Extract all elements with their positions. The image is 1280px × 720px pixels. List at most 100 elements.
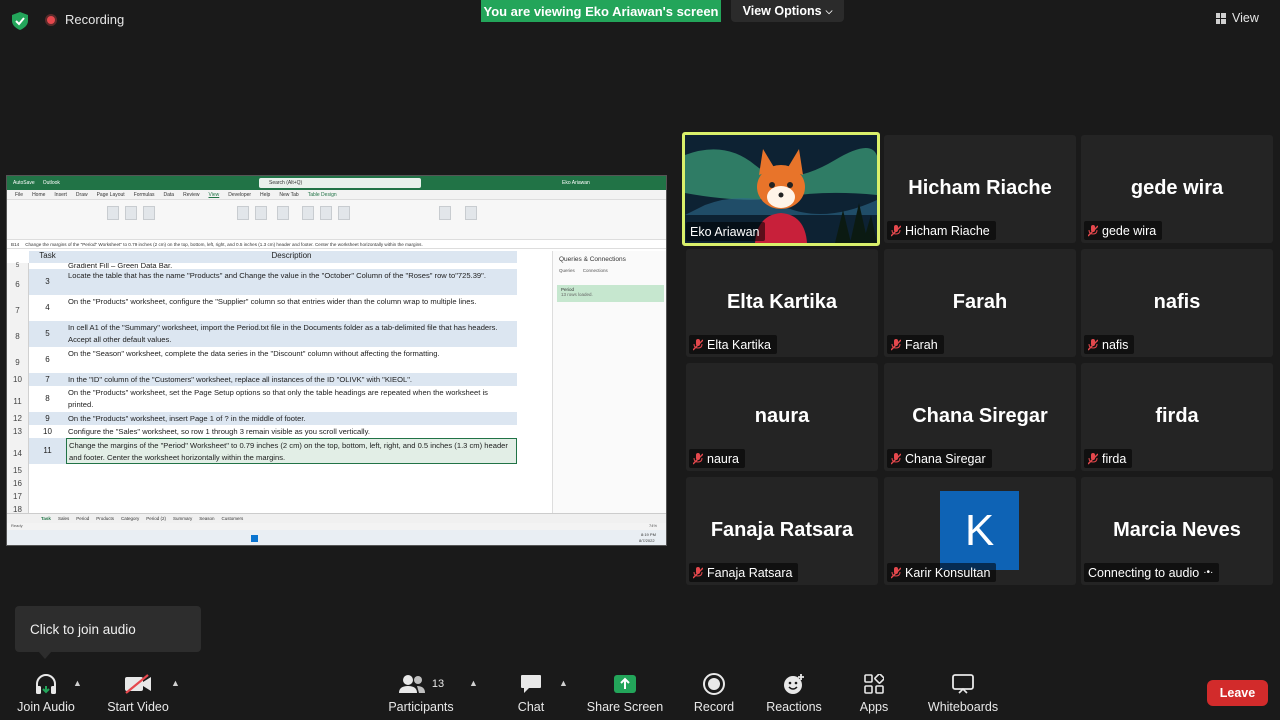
row-header[interactable]: 12 <box>7 412 29 425</box>
participant-tile-active-speaker[interactable]: Eko Ariawan <box>682 132 880 246</box>
table-cell-task[interactable] <box>29 477 66 490</box>
participant-name-label: nafis <box>1084 335 1135 354</box>
join-audio-button[interactable]: Join Audio <box>15 672 77 718</box>
table-cell-description[interactable]: In the "ID" column of the "Customers" wo… <box>66 373 517 386</box>
headphones-icon <box>36 674 56 694</box>
mic-muted-icon <box>891 452 901 464</box>
table-cell-description[interactable] <box>66 464 517 477</box>
share-screen-button[interactable]: Share Screen <box>587 672 663 718</box>
row-header[interactable]: 8 <box>7 321 29 347</box>
participant-tile[interactable]: Farah Farah <box>884 249 1076 357</box>
sheet-tab-season[interactable]: Season <box>199 516 214 521</box>
participants-button[interactable]: 13 Participants <box>387 672 455 718</box>
participant-tile[interactable]: Fanaja Ratsara Fanaja Ratsara <box>686 477 878 585</box>
view-button[interactable]: View <box>1216 8 1272 28</box>
table-cell-description[interactable]: On the "Products" worksheet, set the Pag… <box>66 386 517 412</box>
table-cell-description[interactable]: On the "Products" worksheet, insert Page… <box>66 412 517 425</box>
row-header[interactable]: 11 <box>7 386 29 412</box>
table-cell-description[interactable]: In cell A1 of the "Summary" worksheet, i… <box>66 321 517 347</box>
table-cell-task[interactable]: 8 <box>29 386 66 412</box>
participant-tile[interactable]: K Karir Konsultan <box>884 477 1076 585</box>
security-shield-icon[interactable] <box>12 12 28 30</box>
sheet-tab-sales[interactable]: Sales <box>58 516 69 521</box>
sheet-tab-category[interactable]: Category <box>121 516 139 521</box>
audio-options-caret-icon[interactable]: ▲ <box>73 678 82 688</box>
row-header[interactable]: 9 <box>7 347 29 373</box>
table-cell-task[interactable] <box>29 490 66 503</box>
chat-options-caret-icon[interactable]: ▲ <box>559 678 568 688</box>
table-cell-description[interactable]: Configure the "Sales" worksheet, so row … <box>66 425 517 438</box>
sheet-tab-products[interactable]: Products <box>96 516 114 521</box>
menu-data[interactable]: Data <box>164 192 175 198</box>
sheet-tab-period-2[interactable]: Period (2) <box>146 516 166 521</box>
row-header[interactable]: 7 <box>7 295 29 321</box>
menu-draw[interactable]: Draw <box>76 192 88 198</box>
excel-search-box[interactable]: Search (Alt+Q) <box>259 178 421 188</box>
queries-tab[interactable]: Queries <box>559 268 575 273</box>
participant-tile[interactable]: Elta Kartika Elta Kartika <box>686 249 878 357</box>
table-cell-description[interactable]: On the "Products" worksheet, configure t… <box>66 295 517 321</box>
participants-options-caret-icon[interactable]: ▲ <box>469 678 478 688</box>
row-header[interactable]: 15 <box>7 464 29 477</box>
start-video-button[interactable]: Start Video <box>106 672 170 718</box>
table-cell-task[interactable]: 11 <box>29 438 66 464</box>
row-header[interactable]: 13 <box>7 425 29 438</box>
participant-tile[interactable]: nafis nafis <box>1081 249 1273 357</box>
menu-review[interactable]: Review <box>183 192 199 198</box>
leave-button[interactable]: Leave <box>1207 680 1268 706</box>
mic-muted-icon <box>891 338 901 350</box>
participant-tile[interactable]: gede wira gede wira <box>1081 135 1273 243</box>
connections-tab[interactable]: Connections <box>583 268 608 273</box>
table-cell-task[interactable]: 4 <box>29 295 66 321</box>
row-header[interactable]: 6 <box>7 269 29 295</box>
row-header[interactable]: 14 <box>7 438 29 464</box>
participant-tile[interactable]: Marcia Neves Connecting to audio ·•· <box>1081 477 1273 585</box>
menu-home[interactable]: Home <box>32 192 45 198</box>
table-cell-description[interactable]: Locate the table that has the name "Prod… <box>66 269 517 295</box>
table-cell-task[interactable]: 5 <box>29 321 66 347</box>
column-header-task: Task <box>29 251 66 263</box>
table-cell-description[interactable] <box>66 490 517 503</box>
participant-tile[interactable]: Hicham Riache Hicham Riache <box>884 135 1076 243</box>
worksheet-grid[interactable]: Task Description 5 Gradient Fill – Green… <box>7 251 552 516</box>
menu-insert[interactable]: Insert <box>54 192 67 198</box>
chat-button[interactable]: Chat <box>514 672 548 718</box>
menu-help[interactable]: Help <box>260 192 270 198</box>
row-header[interactable]: 10 <box>7 373 29 386</box>
table-cell-task[interactable] <box>29 464 66 477</box>
query-item[interactable]: Period 13 rows loaded. <box>557 285 664 302</box>
record-button[interactable]: Record <box>693 672 735 718</box>
apps-button[interactable]: Apps <box>858 672 890 718</box>
whiteboards-button[interactable]: Whiteboards <box>926 672 1000 718</box>
table-cell-task[interactable]: 9 <box>29 412 66 425</box>
shared-screen[interactable]: AutoSave Outlook Search (Alt+Q) Eko Aria… <box>6 175 667 546</box>
row-header[interactable]: 17 <box>7 490 29 503</box>
menu-table-design[interactable]: Table Design <box>308 192 337 198</box>
sheet-tab-summary[interactable]: Summary <box>173 516 192 521</box>
menu-view[interactable]: View <box>209 192 220 198</box>
layout-grid-icon <box>1216 12 1226 24</box>
video-options-caret-icon[interactable]: ▲ <box>171 678 180 688</box>
reactions-button[interactable]: Reactions <box>766 672 822 718</box>
participant-tile[interactable]: Chana Siregar Chana Siregar <box>884 363 1076 471</box>
view-options-button[interactable]: View Options ⌵ <box>731 0 844 22</box>
formula-bar[interactable]: B14 Change the margins of the "Period" W… <box>7 240 666 249</box>
table-cell-description[interactable]: On the "Season" worksheet, complete the … <box>66 347 517 373</box>
sheet-tab-customers[interactable]: Customers <box>222 516 244 521</box>
menu-new-tab[interactable]: New Tab <box>279 192 298 198</box>
table-cell-description[interactable] <box>66 477 517 490</box>
table-cell-task[interactable]: 10 <box>29 425 66 438</box>
menu-developer[interactable]: Developer <box>228 192 251 198</box>
menu-formulas[interactable]: Formulas <box>134 192 155 198</box>
table-cell-task[interactable]: 3 <box>29 269 66 295</box>
menu-page-layout[interactable]: Page Layout <box>97 192 125 198</box>
sheet-tab-period[interactable]: Period <box>76 516 89 521</box>
row-header[interactable]: 16 <box>7 477 29 490</box>
table-cell-task[interactable]: 6 <box>29 347 66 373</box>
menu-file[interactable]: File <box>15 192 23 198</box>
table-cell-task[interactable]: 7 <box>29 373 66 386</box>
table-cell-description[interactable]: Change the margins of the "Period" Works… <box>66 438 517 464</box>
participant-tile[interactable]: naura naura <box>686 363 878 471</box>
participant-tile[interactable]: firda firda <box>1081 363 1273 471</box>
sheet-tab-task[interactable]: Task <box>41 516 51 521</box>
